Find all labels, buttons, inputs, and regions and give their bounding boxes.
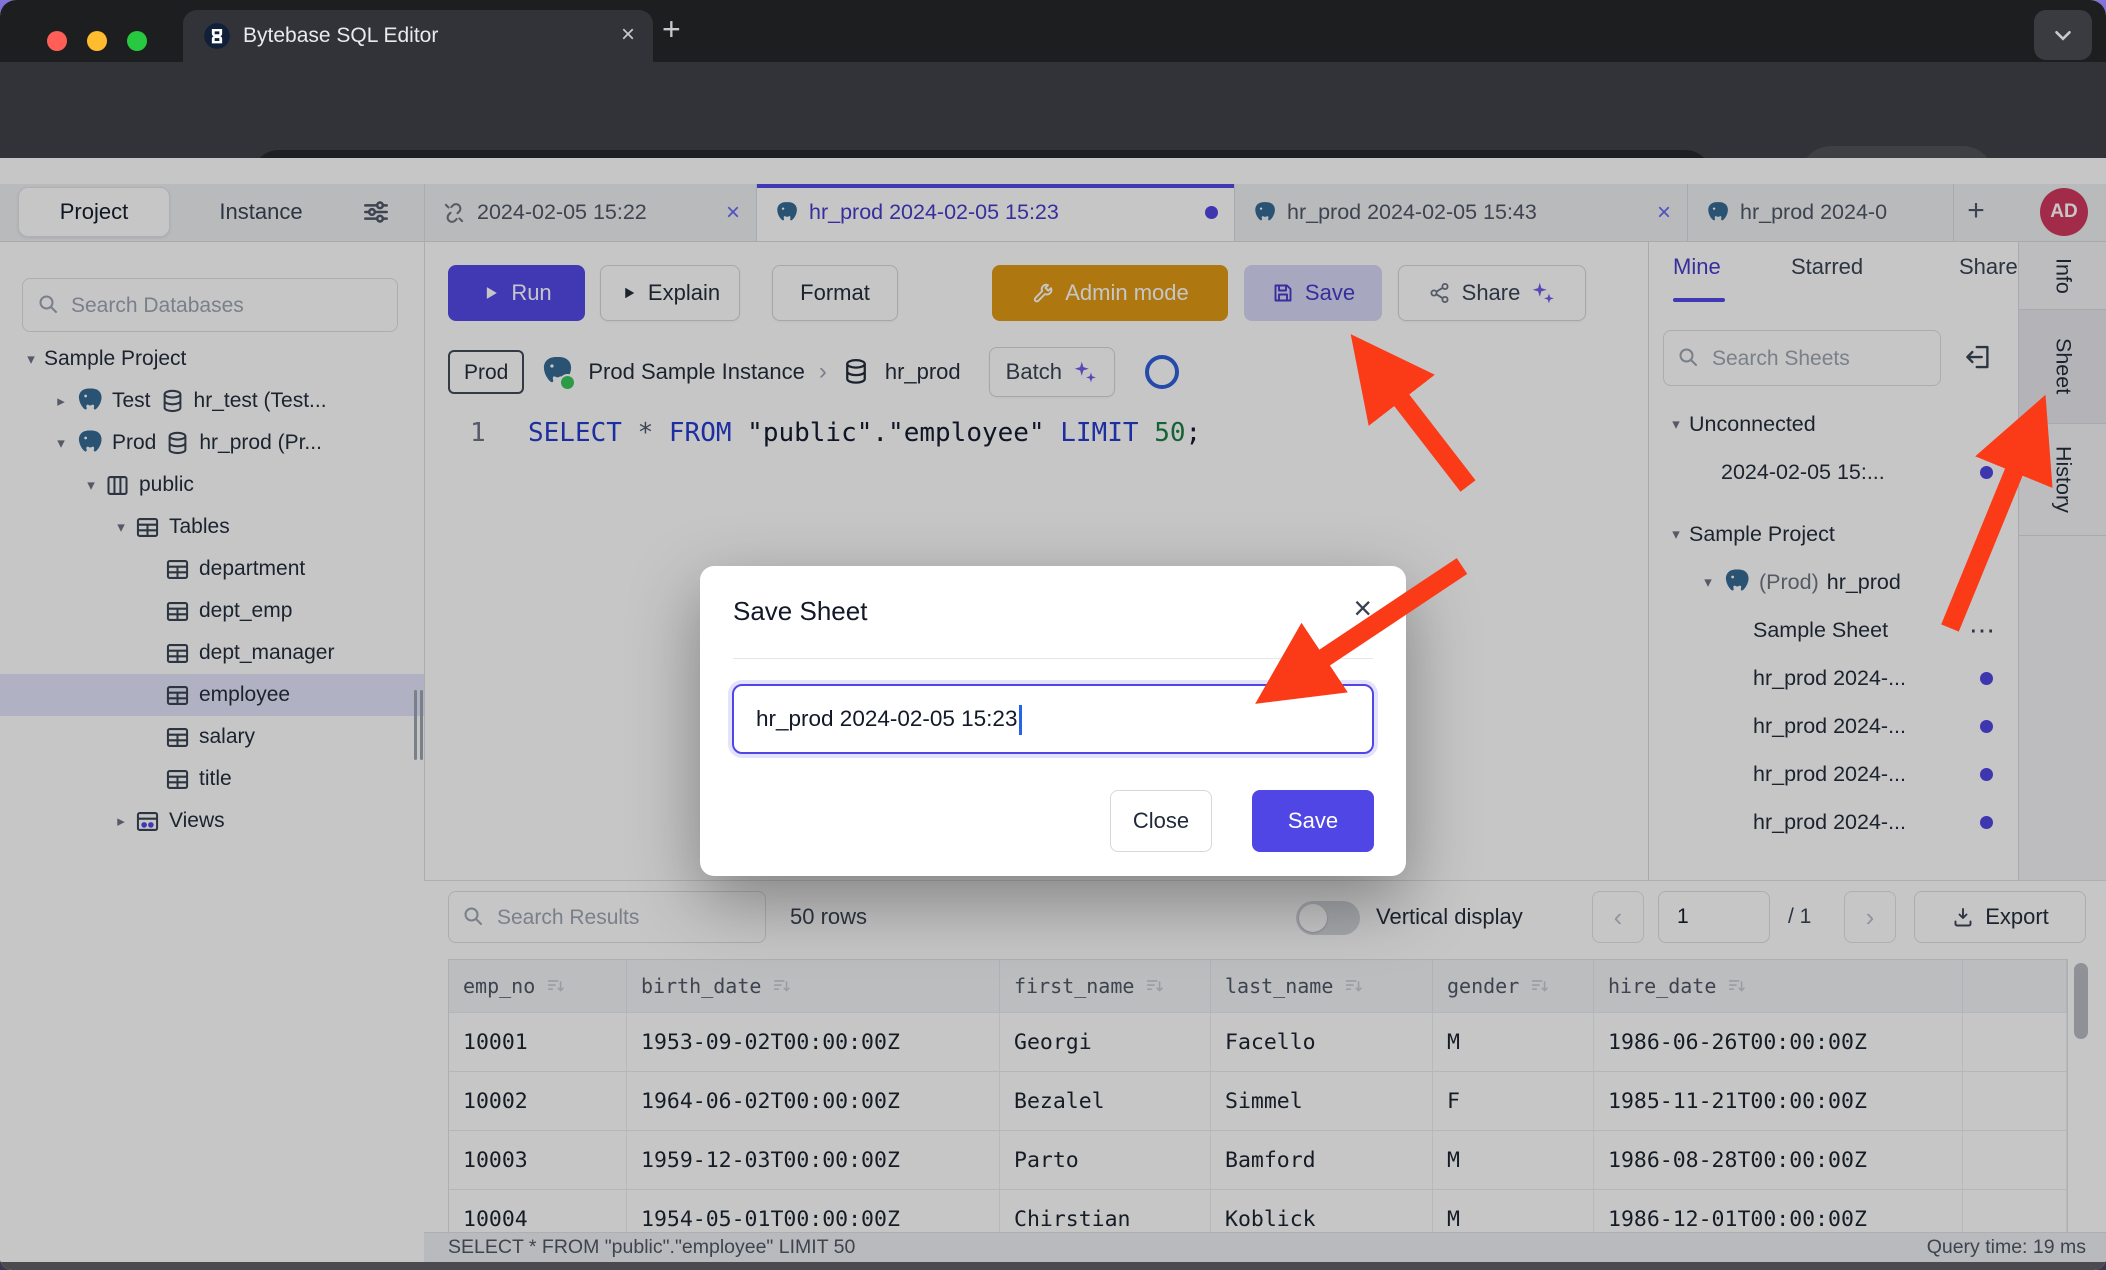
browser-tab-close-icon[interactable]: ×: [621, 10, 635, 62]
minimize-window-button[interactable]: [87, 31, 107, 51]
modal-divider: [733, 658, 1373, 659]
modal-close-icon[interactable]: ×: [1353, 590, 1372, 627]
browser-toolbar: localhost:8080/sql-editor/prod-sample-in…: [0, 62, 2106, 158]
new-browser-tab-button[interactable]: +: [662, 0, 681, 62]
sheet-name-value: hr_prod 2024-02-05 15:23: [756, 706, 1017, 731]
browser-tab-title: Bytebase SQL Editor: [243, 10, 438, 62]
maximize-window-button[interactable]: [127, 31, 147, 51]
text-caret: [1019, 705, 1022, 735]
close-window-button[interactable]: [47, 31, 67, 51]
window-bottom-edge: [0, 1262, 2106, 1270]
bytebase-favicon-icon: [203, 22, 231, 50]
browser-window: Bytebase SQL Editor × + localhost:: [0, 0, 2106, 1270]
modal-close-button[interactable]: Close: [1110, 790, 1212, 852]
tab-list-chevron-button[interactable]: [2034, 10, 2092, 60]
browser-chrome: Bytebase SQL Editor × + localhost:: [0, 0, 2106, 158]
save-sheet-modal: Save Sheet × hr_prod 2024-02-05 15:23 Cl…: [700, 566, 1406, 876]
chevron-down-icon: [2050, 22, 2076, 48]
screen: Bytebase SQL Editor × + localhost:: [0, 0, 2106, 1270]
modal-save-button[interactable]: Save: [1252, 790, 1374, 852]
sheet-name-input[interactable]: hr_prod 2024-02-05 15:23: [732, 684, 1374, 754]
modal-title: Save Sheet: [733, 596, 867, 627]
browser-tab[interactable]: Bytebase SQL Editor ×: [183, 10, 653, 62]
